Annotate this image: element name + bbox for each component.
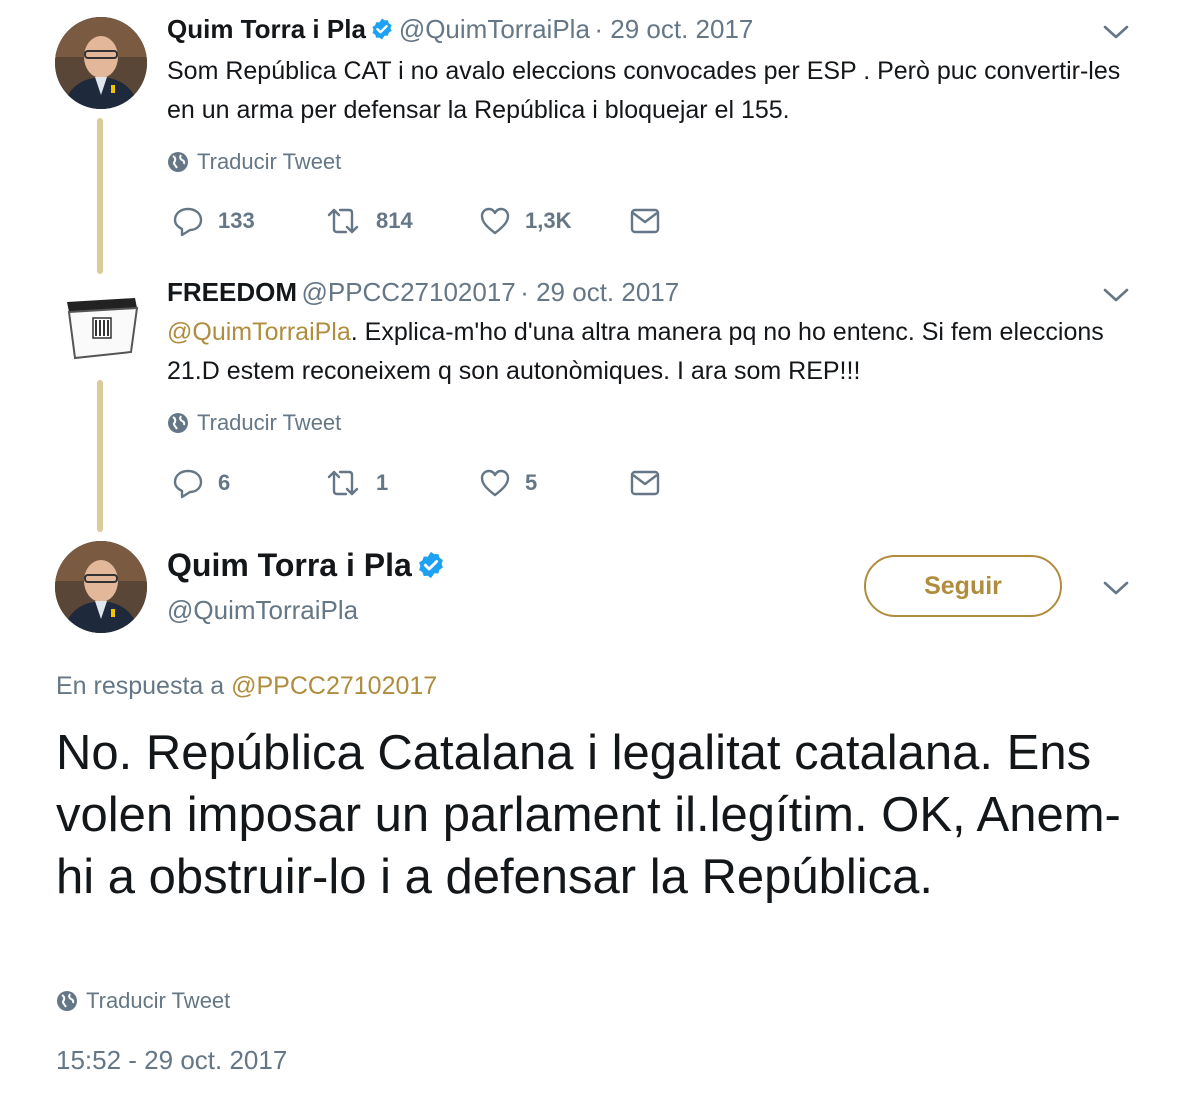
reply-icon [173, 469, 203, 499]
tweet-header: FREEDOM @PPCC27102017 · 29 oct. 2017 [167, 277, 679, 308]
retweet-count: 1 [376, 470, 389, 495]
mention-link[interactable]: @QuimTorraiPla [167, 318, 351, 346]
thread-line [97, 118, 103, 274]
globe-icon [168, 152, 188, 172]
like-button[interactable]: 1,3K [479, 206, 629, 236]
tweet-date[interactable]: · 29 oct. 2017 [594, 14, 753, 44]
reply-to-link[interactable]: @PPCC27102017 [231, 672, 437, 700]
avatar[interactable] [55, 541, 147, 633]
chevron-down-icon[interactable] [1103, 24, 1129, 40]
message-button[interactable] [629, 469, 661, 497]
tweet-date[interactable]: · 29 oct. 2017 [520, 277, 679, 307]
chevron-down-icon[interactable] [1103, 287, 1129, 303]
author-handle[interactable]: @QuimTorraiPla [167, 595, 358, 626]
retweet-icon [327, 470, 359, 496]
translate-tweet-link[interactable]: Traducir Tweet [167, 149, 341, 175]
author-name[interactable]: Quim Torra i Pla [167, 14, 366, 44]
verified-badge-icon [419, 551, 444, 579]
author-name[interactable]: Quim Torra i Pla [167, 547, 412, 583]
message-button[interactable] [629, 207, 661, 235]
reply-prefix: En respuesta a [56, 672, 225, 700]
tweet-text: @QuimTorraiPla. Explica-m'ho d'una altra… [167, 313, 1127, 391]
translate-label: Traducir Tweet [197, 410, 342, 435]
avatar[interactable] [55, 17, 147, 109]
retweet-button[interactable]: 814 [324, 205, 479, 237]
reply-button[interactable]: 6 [172, 467, 324, 499]
like-count: 5 [525, 470, 538, 495]
globe-icon [168, 413, 188, 433]
like-icon [480, 207, 510, 235]
retweet-count: 814 [376, 208, 413, 233]
translate-tweet-link[interactable]: Traducir Tweet [167, 410, 341, 436]
reply-icon [173, 207, 203, 237]
tweet-header: Quim Torra i Pla @QuimTorraiPla · 29 oct… [167, 14, 753, 45]
like-count: 1,3K [525, 208, 572, 233]
like-button[interactable]: 5 [479, 468, 629, 498]
reply-button[interactable]: 133 [172, 205, 324, 237]
translate-label: Traducir Tweet [86, 988, 231, 1013]
globe-icon [57, 991, 77, 1011]
reply-context: En respuesta a @PPCC27102017 [56, 672, 437, 701]
tweet-timestamp[interactable]: 15:52 - 29 oct. 2017 [56, 1045, 287, 1076]
translate-tweet-link[interactable]: Traducir Tweet [56, 988, 230, 1014]
retweet-icon [327, 208, 359, 234]
tweet-actions: 133 814 1,3K [172, 205, 661, 237]
retweet-button[interactable]: 1 [324, 467, 479, 499]
thread-line [97, 380, 103, 532]
message-icon [630, 208, 660, 234]
main-author[interactable]: Quim Torra i Pla [167, 547, 446, 584]
follow-button[interactable]: Seguir [864, 555, 1062, 617]
like-icon [480, 469, 510, 497]
tweet-text: Som República CAT i no avalo eleccions c… [167, 57, 1121, 124]
author-name[interactable]: FREEDOM [167, 277, 297, 307]
verified-badge-icon [372, 18, 392, 40]
message-icon [630, 470, 660, 496]
ballot-box-icon [55, 280, 147, 372]
author-handle[interactable]: @QuimTorraiPla [399, 14, 590, 44]
reply-count: 133 [218, 208, 255, 233]
translate-label: Traducir Tweet [197, 149, 342, 174]
main-tweet-text: No. República Catalana i legalitat catal… [56, 726, 1121, 904]
reply-count: 6 [218, 470, 231, 495]
chevron-down-icon[interactable] [1103, 580, 1129, 596]
author-handle[interactable]: @PPCC27102017 [301, 277, 515, 307]
tweet-actions: 6 1 5 [172, 467, 661, 499]
avatar[interactable] [55, 280, 147, 372]
